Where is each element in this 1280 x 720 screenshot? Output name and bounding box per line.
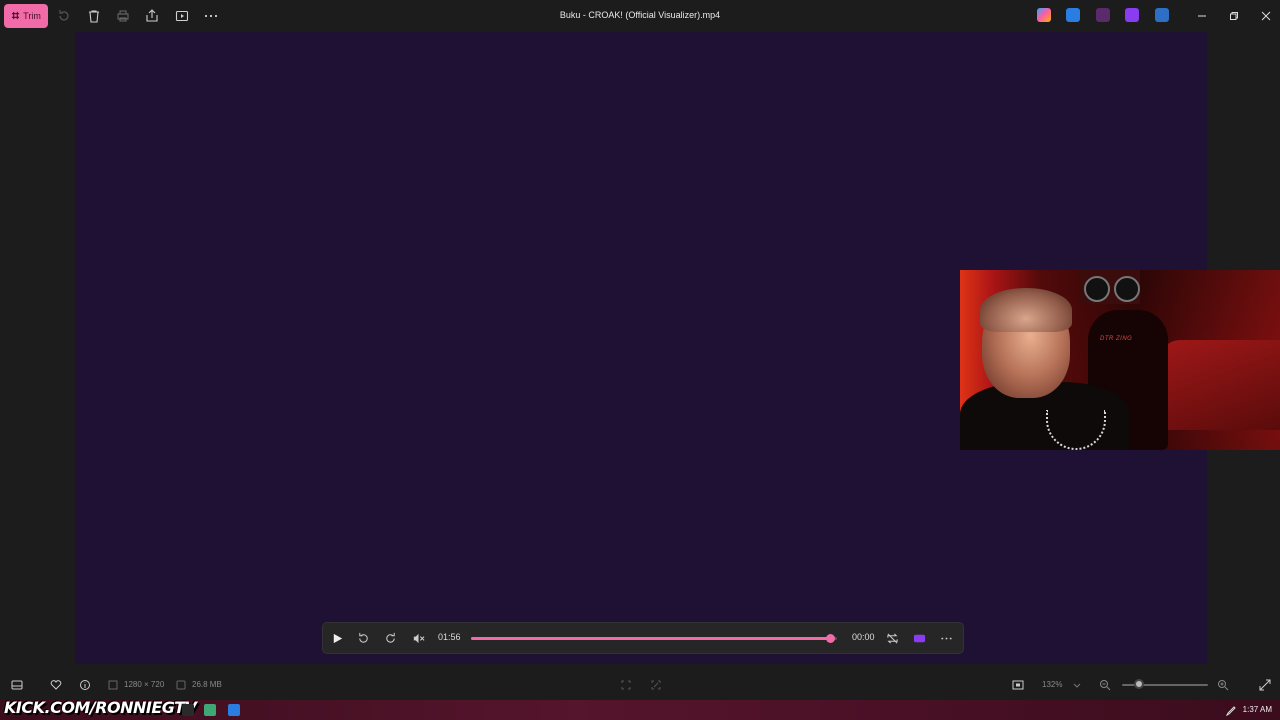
forward-30-icon[interactable] xyxy=(382,630,398,646)
delete-icon[interactable] xyxy=(86,8,102,24)
print-icon[interactable] xyxy=(115,8,131,24)
info-icon[interactable] xyxy=(78,678,92,692)
trim-label: Trim xyxy=(23,11,41,21)
image-dimensions: 1280 × 720 xyxy=(124,680,165,689)
stream-overlay-text: KICK.COM/RONNIEGTV xyxy=(4,698,197,717)
more-icon[interactable] xyxy=(203,8,219,24)
effects-icon[interactable] xyxy=(1096,8,1110,22)
seek-bar[interactable] xyxy=(471,634,837,643)
webcam-overlay: DTR ZING xyxy=(960,270,1280,450)
slideshow-icon[interactable] xyxy=(174,8,190,24)
trim-icon xyxy=(11,11,20,22)
window-title: Buku - CROAK! (Official Visualizer).mp4 xyxy=(559,10,721,20)
minimize-icon[interactable] xyxy=(1194,8,1210,24)
trim-button[interactable]: Trim xyxy=(4,4,48,28)
zoom-level[interactable]: 132% xyxy=(1042,680,1062,689)
onedrive-icon[interactable] xyxy=(1155,8,1169,22)
status-bar: 1280 × 720 26.8 MB 132% xyxy=(0,670,1280,700)
remaining-time: 00:00 xyxy=(852,632,875,642)
zoom-out-icon[interactable] xyxy=(1098,678,1112,692)
favorite-icon[interactable] xyxy=(49,678,63,692)
playback-controls: 01:56 00:00 xyxy=(322,622,964,654)
rewind-10-icon[interactable] xyxy=(355,630,371,646)
seek-progress xyxy=(471,637,830,640)
fullscreen-icon[interactable] xyxy=(1258,678,1272,692)
share-icon[interactable] xyxy=(144,8,160,24)
copilot-icon[interactable] xyxy=(1037,8,1051,22)
crop-icon[interactable] xyxy=(619,678,633,692)
more-icon[interactable] xyxy=(938,630,954,646)
edit-icon[interactable] xyxy=(1066,8,1080,22)
play-icon[interactable] xyxy=(329,630,345,646)
enhance-icon[interactable] xyxy=(649,678,663,692)
dimensions-icon xyxy=(106,678,120,692)
record-decoration xyxy=(1114,276,1140,302)
rotate-icon[interactable] xyxy=(56,8,72,24)
clipchamp-icon[interactable] xyxy=(911,630,927,646)
chevron-down-icon[interactable] xyxy=(1070,678,1084,692)
zoom-slider-handle[interactable] xyxy=(1134,679,1145,689)
seek-handle[interactable] xyxy=(825,634,835,643)
repeat-icon[interactable] xyxy=(884,630,900,646)
title-bar: Trim Buku - CROAK! (Official Visualizer)… xyxy=(0,0,1280,32)
streamer-hair xyxy=(980,288,1072,332)
file-size: 26.8 MB xyxy=(192,680,222,689)
taskbar-app-icon[interactable] xyxy=(182,704,194,716)
zoom-in-icon[interactable] xyxy=(1216,678,1230,692)
taskbar-app-icon[interactable] xyxy=(204,704,216,716)
filmstrip-icon[interactable] xyxy=(10,678,24,692)
file-size-icon xyxy=(174,678,188,692)
fit-to-window-icon[interactable] xyxy=(1011,678,1025,692)
close-icon[interactable] xyxy=(1258,8,1274,24)
mute-icon[interactable] xyxy=(410,630,426,646)
clipchamp-icon[interactable] xyxy=(1125,8,1139,22)
taskbar-clock: 1:37 AM xyxy=(1242,705,1272,714)
elapsed-time: 01:56 xyxy=(438,632,461,642)
bed xyxy=(1160,340,1280,430)
record-decoration xyxy=(1084,276,1110,302)
pen-icon[interactable] xyxy=(1224,704,1238,718)
restore-icon[interactable] xyxy=(1226,8,1242,24)
chair-logo-text: DTR ZING xyxy=(1100,336,1133,342)
taskbar-photos-icon[interactable] xyxy=(228,704,240,716)
